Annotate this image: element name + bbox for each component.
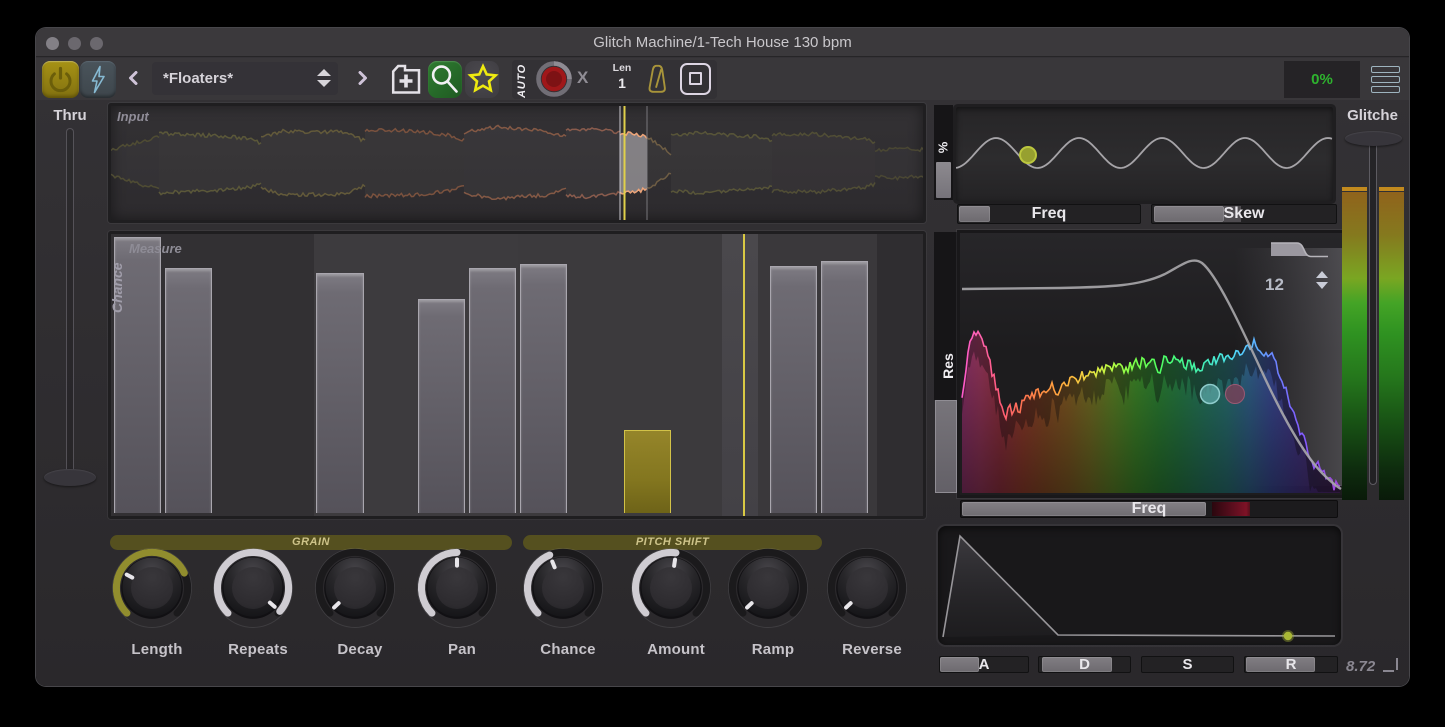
svg-text:12: 12 <box>1265 275 1284 294</box>
